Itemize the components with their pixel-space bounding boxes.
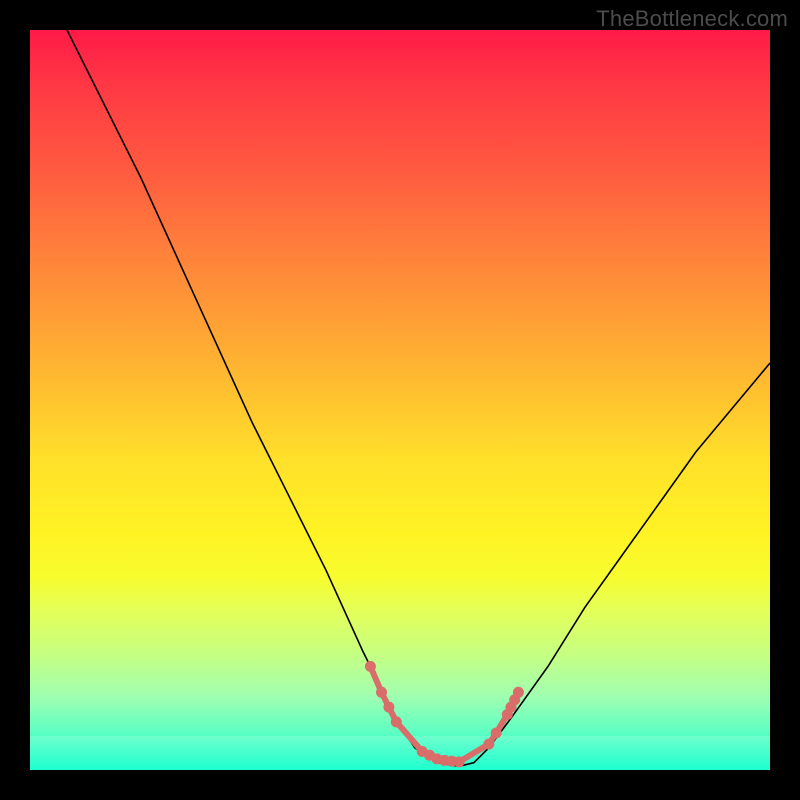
bottleneck-curve	[67, 30, 770, 766]
marker-dot	[383, 702, 394, 713]
marker-layer	[365, 661, 524, 767]
plot-svg	[30, 30, 770, 770]
chart-area	[30, 30, 770, 770]
watermark-text: TheBottleneck.com	[596, 6, 788, 32]
marker-dot	[391, 716, 402, 727]
marker-dot	[491, 728, 502, 739]
marker-dot	[365, 661, 376, 672]
marker-dot	[513, 687, 524, 698]
marker-segment	[396, 722, 422, 752]
marker-dot	[454, 756, 465, 767]
marker-dot	[376, 687, 387, 698]
marker-dot	[483, 739, 494, 750]
